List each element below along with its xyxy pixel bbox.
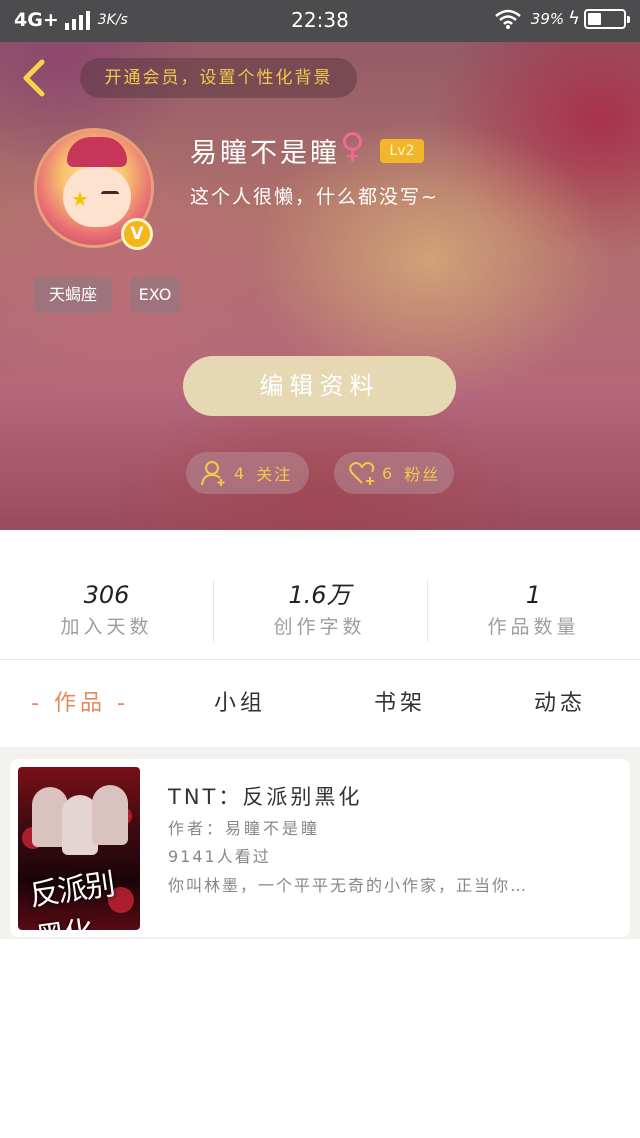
work-description: 你叫林墨，一个平平无奇的小作家，正当你… (168, 876, 529, 895)
cover-figure (92, 785, 128, 845)
avatar-bow (67, 137, 127, 167)
profile-tag: 天蝎座 (34, 277, 112, 313)
stat-value: 306 (83, 581, 130, 609)
bio-text: 这个人很懒，什么都没写~ (190, 186, 439, 208)
stat-works-count: 1 作品数量 (427, 578, 640, 639)
verified-v-icon: V (121, 218, 153, 250)
chevron-left-icon (23, 59, 45, 97)
tab-groups[interactable]: 小组 (160, 661, 320, 747)
avatar-star-icon: ★ (71, 187, 89, 211)
stat-value: 1.6万 (288, 581, 351, 609)
following-button[interactable]: 4 关注 (186, 452, 309, 494)
tab-works[interactable]: - 作品 - (0, 661, 160, 747)
work-views: 9141人看过 (168, 847, 271, 866)
avatar-eye (101, 191, 119, 197)
charging-icon: ϟ (568, 8, 580, 29)
edit-profile-button[interactable]: 编辑资料 (183, 356, 456, 416)
tab-bar: - 作品 - 小组 书架 动态 (0, 661, 640, 747)
tab-activity[interactable]: 动态 (480, 661, 640, 747)
status-right: 39% ϟ (494, 8, 630, 29)
stat-word-count: 1.6万 创作字数 (213, 578, 426, 639)
following-count: 4 (234, 463, 247, 483)
fans-count: 6 (382, 463, 395, 483)
book-cover[interactable]: 反派别黑化 (18, 767, 140, 930)
stat-label: 加入天数 (60, 616, 153, 638)
cover-title: 反派别黑化 (27, 867, 116, 930)
female-icon: ♀ (340, 126, 365, 166)
profile-tag: EXO (130, 277, 180, 313)
status-bar: 4G+ 3K/s 22:38 39% ϟ (0, 0, 640, 42)
tab-bookshelf[interactable]: 书架 (320, 661, 480, 747)
user-add-icon (201, 461, 225, 486)
battery-level (588, 12, 601, 25)
level-badge: Lv2 (380, 139, 424, 163)
fans-label: 粉丝 (404, 465, 441, 484)
username: 易瞳不是瞳 (190, 138, 340, 169)
heart-add-icon (349, 462, 375, 485)
following-label: 关注 (256, 465, 293, 484)
work-author: 作者：易瞳不是瞳 (168, 819, 321, 838)
stat-join-days: 306 加入天数 (0, 578, 213, 639)
stat-label: 作品数量 (487, 616, 580, 638)
stats-bar: 306 加入天数 1.6万 创作字数 1 作品数量 (0, 530, 640, 660)
fans-button[interactable]: 6 粉丝 (334, 452, 454, 494)
back-button[interactable] (16, 58, 52, 98)
vip-background-banner[interactable]: 开通会员，设置个性化背景 (80, 58, 357, 98)
stat-label: 创作字数 (273, 616, 366, 638)
stat-value: 1 (525, 581, 542, 609)
battery-icon (584, 8, 630, 29)
battery-percent: 39% (530, 9, 565, 28)
wifi-icon (494, 9, 521, 29)
work-title[interactable]: TNT：反派别黑化 (168, 781, 362, 811)
